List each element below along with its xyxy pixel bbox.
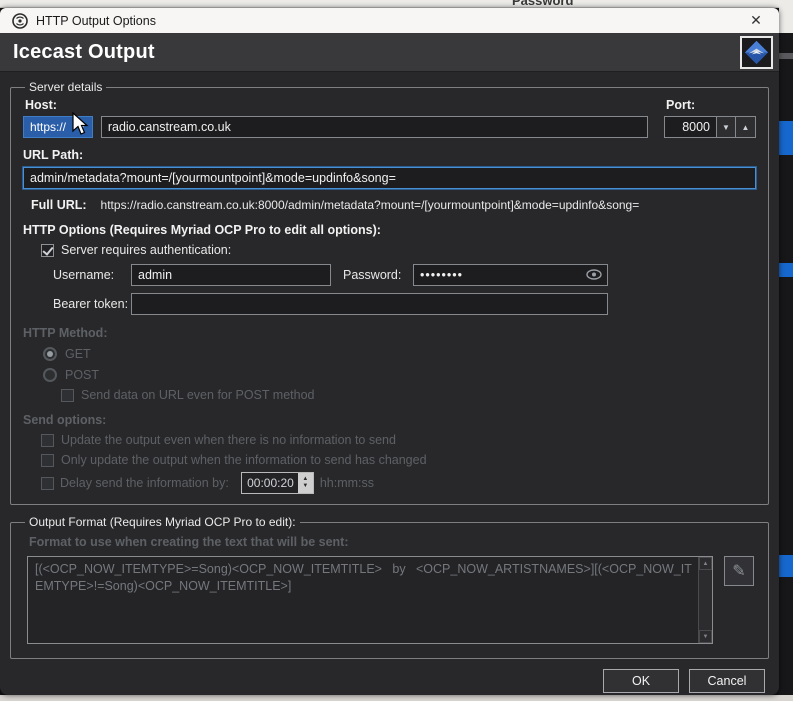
- full-url-label: Full URL:: [31, 198, 87, 212]
- http-options-label: HTTP Options (Requires Myriad OCP Pro to…: [23, 223, 381, 237]
- pencil-icon: ✎: [732, 563, 746, 580]
- port-label: Port:: [666, 98, 696, 112]
- edit-format-button[interactable]: ✎: [724, 556, 754, 586]
- delay-up-icon: ▲: [302, 476, 309, 482]
- auth-checkbox-row: Server requires authentication:: [41, 243, 756, 257]
- delay-checkbox[interactable]: [41, 476, 54, 490]
- full-url-value: https://radio.canstream.co.uk:8000/admin…: [100, 198, 640, 212]
- send-options-label: Send options:: [23, 413, 107, 427]
- output-format-legend: Output Format (Requires Myriad OCP Pro t…: [29, 515, 296, 529]
- eye-icon[interactable]: [586, 268, 602, 281]
- update-always-checkbox[interactable]: [41, 433, 54, 447]
- password-label: Password:: [343, 268, 402, 282]
- myriad-logo-icon: [740, 35, 773, 69]
- background-segment: [779, 555, 793, 577]
- background-password-label: Password: [512, 0, 574, 8]
- background-segment: [779, 263, 793, 277]
- update-always-label: Update the output even when there is no …: [61, 433, 396, 447]
- http-output-options-dialog: HTTP Output Options ✕ Icecast Output Ser…: [0, 8, 779, 695]
- protocol-value: https://: [30, 120, 67, 134]
- url-path-input[interactable]: [23, 167, 756, 189]
- cancel-button[interactable]: Cancel: [689, 669, 765, 693]
- host-port-row: Host: https:// ▼ Port: ▼ ▲: [23, 96, 756, 138]
- url-path-label: URL Path:: [23, 148, 84, 162]
- port-input-row: ▼ ▲: [664, 116, 756, 138]
- auth-checkbox-label: Server requires authentication:: [61, 243, 232, 257]
- delay-down-icon: ▼: [302, 483, 309, 489]
- format-scrollbar[interactable]: ▲ ▼: [698, 557, 712, 643]
- post-url-checkbox-row: Send data on URL even for POST method: [61, 388, 756, 402]
- background-right-strip: [779, 33, 793, 695]
- delay-unit-label: hh:mm:ss: [319, 476, 375, 490]
- send-data-on-url-checkbox[interactable]: [61, 388, 74, 402]
- scroll-down-icon[interactable]: ▼: [699, 630, 712, 643]
- title-bar: HTTP Output Options ✕: [0, 8, 779, 33]
- update-changed-row: Only update the output when the informat…: [41, 453, 756, 467]
- protocol-dropdown[interactable]: https:// ▼: [23, 116, 93, 138]
- bearer-token-label: Bearer token:: [53, 297, 129, 311]
- credentials-row: Username: Password:: [53, 264, 756, 286]
- scroll-up-icon[interactable]: ▲: [699, 557, 712, 570]
- post-radio-label: POST: [65, 368, 100, 382]
- format-text: [(<OCP_NOW_ITEMTYPE>=Song)<OCP_NOW_ITEMT…: [35, 562, 692, 593]
- http-method-label: HTTP Method:: [23, 326, 108, 340]
- bearer-token-input[interactable]: [131, 293, 608, 315]
- username-input[interactable]: [131, 264, 331, 286]
- post-radio-row: POST: [43, 368, 756, 382]
- get-radio-row: GET: [43, 347, 756, 361]
- format-row: [(<OCP_NOW_ITEMTYPE>=Song)<OCP_NOW_ITEMT…: [23, 556, 756, 650]
- close-icon[interactable]: ✕: [741, 8, 771, 33]
- username-label: Username:: [53, 268, 115, 282]
- full-url-row: Full URL: https://radio.canstream.co.uk:…: [31, 198, 756, 212]
- format-caption: Format to use when creating the text tha…: [29, 535, 349, 549]
- delay-row: Delay send the information by: 00:00:20 …: [41, 472, 756, 494]
- delay-spin-buttons[interactable]: ▲ ▼: [297, 473, 313, 493]
- app-icon: [12, 12, 28, 29]
- password-field-wrap: [413, 264, 608, 286]
- host-column: Host: https:// ▼: [23, 96, 648, 138]
- get-radio[interactable]: [43, 347, 57, 361]
- background-segment: [779, 53, 793, 59]
- dialog-header: Icecast Output: [0, 33, 779, 72]
- host-input[interactable]: [100, 116, 648, 138]
- window-title: HTTP Output Options: [36, 13, 156, 28]
- background-top-right: [779, 0, 793, 33]
- send-data-on-url-label: Send data on URL even for POST method: [81, 388, 315, 402]
- chevron-down-icon: ▼: [77, 122, 86, 132]
- dialog-body: Server details Host: https:// ▼ Port:: [0, 72, 779, 695]
- background-bottom-strip: [0, 695, 793, 701]
- delay-label: Delay send the information by:: [60, 476, 229, 490]
- host-input-row: https:// ▼: [23, 116, 648, 138]
- dialog-footer: OK Cancel: [10, 659, 769, 693]
- delay-value[interactable]: 00:00:20: [242, 476, 298, 490]
- port-increment-icon[interactable]: ▲: [736, 116, 756, 138]
- password-input[interactable]: [413, 264, 608, 286]
- port-input[interactable]: [664, 116, 716, 138]
- server-details-legend: Server details: [29, 80, 103, 94]
- background-window-strip: Password: [0, 0, 793, 8]
- port-column: Port: ▼ ▲: [664, 96, 756, 138]
- ok-button[interactable]: OK: [603, 669, 679, 693]
- page-title: Icecast Output: [13, 40, 155, 63]
- host-label: Host:: [25, 98, 57, 112]
- post-radio[interactable]: [43, 368, 57, 382]
- server-details-group: Server details Host: https:// ▼ Port:: [10, 80, 769, 505]
- bearer-row: Bearer token:: [53, 293, 756, 315]
- output-format-group: Output Format (Requires Myriad OCP Pro t…: [10, 515, 769, 659]
- port-decrement-icon[interactable]: ▼: [716, 116, 736, 138]
- get-radio-label: GET: [65, 347, 91, 361]
- background-segment: [779, 121, 793, 155]
- auth-checkbox[interactable]: [41, 243, 54, 257]
- update-always-row: Update the output even when there is no …: [41, 433, 756, 447]
- update-changed-checkbox[interactable]: [41, 453, 54, 467]
- update-changed-label: Only update the output when the informat…: [61, 453, 427, 467]
- delay-spinner: 00:00:20 ▲ ▼: [240, 472, 314, 494]
- format-textarea[interactable]: [(<OCP_NOW_ITEMTYPE>=Song)<OCP_NOW_ITEMT…: [27, 556, 713, 644]
